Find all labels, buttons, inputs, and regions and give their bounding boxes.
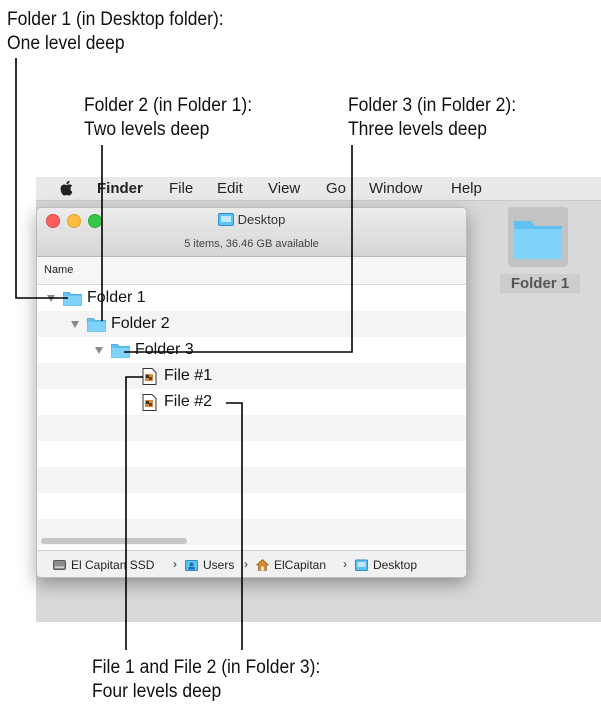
- tree-item-folder-3[interactable]: Folder 3: [95, 337, 194, 363]
- table-row: [37, 441, 466, 467]
- chevron-right-icon: ›: [343, 557, 347, 571]
- document-icon: [142, 393, 157, 411]
- column-header-name[interactable]: Name: [44, 264, 73, 276]
- tree-item-label[interactable]: Folder 3: [135, 341, 194, 359]
- menu-file[interactable]: File: [169, 180, 193, 197]
- desktop-folder-icon[interactable]: [508, 207, 568, 267]
- table-row[interactable]: [37, 363, 466, 389]
- menu-bar: Finder File Edit View Go Window Help: [36, 177, 601, 201]
- document-icon: [142, 367, 157, 385]
- tree-item-label[interactable]: File #1: [164, 367, 212, 385]
- menu-window[interactable]: Window: [369, 180, 422, 197]
- table-row: [37, 493, 466, 519]
- caption-folder3-line2: Three levels deep: [348, 119, 487, 140]
- window-title: Desktop: [37, 212, 466, 227]
- caption-files: File 1 and File 2 (in Folder 3): Four le…: [92, 656, 320, 704]
- table-row[interactable]: [37, 389, 466, 415]
- caption-folder2: Folder 2 (in Folder 1): Two levels deep: [84, 94, 252, 142]
- caption-folder2-line2: Two levels deep: [84, 119, 210, 140]
- window-title-text: Desktop: [237, 212, 286, 227]
- disclosure-triangle-icon[interactable]: [95, 346, 103, 354]
- path-crumb-desktop[interactable]: Desktop: [355, 558, 417, 572]
- desktop-folder-label[interactable]: Folder 1: [500, 274, 580, 293]
- path-crumb-label[interactable]: Users: [203, 558, 234, 572]
- disclosure-triangle-icon[interactable]: [47, 294, 55, 302]
- tree-item-label[interactable]: File #2: [164, 393, 212, 411]
- path-crumb-users[interactable]: Users: [185, 558, 234, 572]
- menu-help[interactable]: Help: [451, 180, 482, 197]
- path-crumb-label[interactable]: Desktop: [373, 558, 417, 572]
- disclosure-triangle-icon[interactable]: [71, 320, 79, 328]
- chevron-right-icon: ›: [244, 557, 248, 571]
- caption-folder1-line1: Folder 1 (in Desktop folder):: [7, 9, 224, 30]
- path-bar: El Capitan SSD › Users › ElCapitan › Des…: [37, 550, 466, 577]
- tree-item-label[interactable]: Folder 1: [87, 289, 146, 307]
- tree-item-label[interactable]: Folder 2: [111, 315, 170, 333]
- horizontal-scrollbar[interactable]: [41, 538, 187, 544]
- path-crumb-home[interactable]: ElCapitan: [255, 558, 326, 572]
- folder-icon: [63, 291, 82, 306]
- path-crumb-label[interactable]: ElCapitan: [274, 558, 326, 572]
- caption-files-line1: File 1 and File 2 (in Folder 3):: [92, 657, 321, 678]
- tree-item-folder-2[interactable]: Folder 2: [71, 311, 170, 337]
- menu-finder[interactable]: Finder: [97, 180, 143, 197]
- caption-folder2-line1: Folder 2 (in Folder 1):: [84, 95, 253, 116]
- folder-icon: [87, 317, 106, 332]
- table-row: [37, 467, 466, 493]
- hard-drive-icon: [53, 559, 66, 571]
- caption-files-line2: Four levels deep: [92, 681, 222, 702]
- users-folder-icon: [185, 559, 198, 571]
- caption-folder3-line1: Folder 3 (in Folder 2):: [348, 95, 517, 116]
- tree-item-file-2[interactable]: File #2: [142, 389, 212, 415]
- status-text: 5 items, 36.46 GB available: [184, 238, 319, 250]
- menu-edit[interactable]: Edit: [217, 180, 243, 197]
- apple-icon[interactable]: [60, 180, 74, 196]
- menu-view[interactable]: View: [268, 180, 300, 197]
- menu-go[interactable]: Go: [326, 180, 346, 197]
- home-icon: [255, 559, 270, 571]
- folder-icon: [111, 343, 130, 358]
- caption-folder1-line2: One level deep: [7, 33, 125, 54]
- path-crumb-label[interactable]: El Capitan SSD: [71, 558, 154, 572]
- caption-folder1: Folder 1 (in Desktop folder): One level …: [7, 8, 224, 56]
- window-titlebar[interactable]: Desktop 5 items, 36.46 GB available: [37, 208, 466, 257]
- desktop-folder-small-icon: [217, 213, 234, 226]
- caption-folder3: Folder 3 (in Folder 2): Three levels dee…: [348, 94, 516, 142]
- tree-item-folder-1[interactable]: Folder 1: [47, 285, 146, 311]
- tree-item-file-1[interactable]: File #1: [142, 363, 212, 389]
- finder-window: Desktop 5 items, 36.46 GB available Name…: [36, 207, 467, 578]
- path-crumb-drive[interactable]: El Capitan SSD: [53, 558, 154, 572]
- chevron-right-icon: ›: [173, 557, 177, 571]
- table-row: [37, 415, 466, 441]
- desktop-folder-icon: [355, 559, 368, 571]
- column-header[interactable]: Name: [37, 257, 466, 285]
